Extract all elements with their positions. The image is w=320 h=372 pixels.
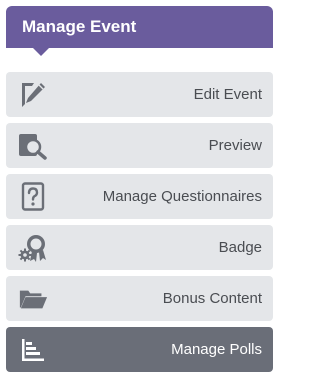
menu-item-label: Preview — [208, 137, 262, 154]
menu-item-preview[interactable]: Preview — [6, 123, 273, 168]
badge-icon — [18, 233, 48, 263]
folder-icon — [18, 284, 48, 314]
menu-item-bonus-content[interactable]: Bonus Content — [6, 276, 273, 321]
manage-event-menu: Edit Event Preview Manage Questionnaires — [6, 72, 273, 372]
manage-event-header: Manage Event — [6, 6, 273, 48]
menu-item-label: Bonus Content — [162, 290, 262, 307]
menu-item-manage-polls[interactable]: Manage Polls — [6, 327, 273, 372]
header-pointer — [33, 48, 49, 56]
header-title: Manage Event — [22, 17, 137, 36]
menu-item-label: Edit Event — [193, 86, 262, 103]
menu-item-label: Manage Questionnaires — [102, 188, 262, 205]
menu-item-manage-questionnaires[interactable]: Manage Questionnaires — [6, 174, 273, 219]
menu-item-label: Badge — [218, 239, 262, 256]
menu-item-badge[interactable]: Badge — [6, 225, 273, 270]
menu-item-label: Manage Polls — [171, 341, 262, 358]
menu-item-edit-event[interactable]: Edit Event — [6, 72, 273, 117]
polls-icon — [18, 335, 48, 365]
questionnaire-icon — [18, 182, 48, 212]
edit-icon — [18, 80, 48, 110]
preview-icon — [18, 131, 48, 161]
